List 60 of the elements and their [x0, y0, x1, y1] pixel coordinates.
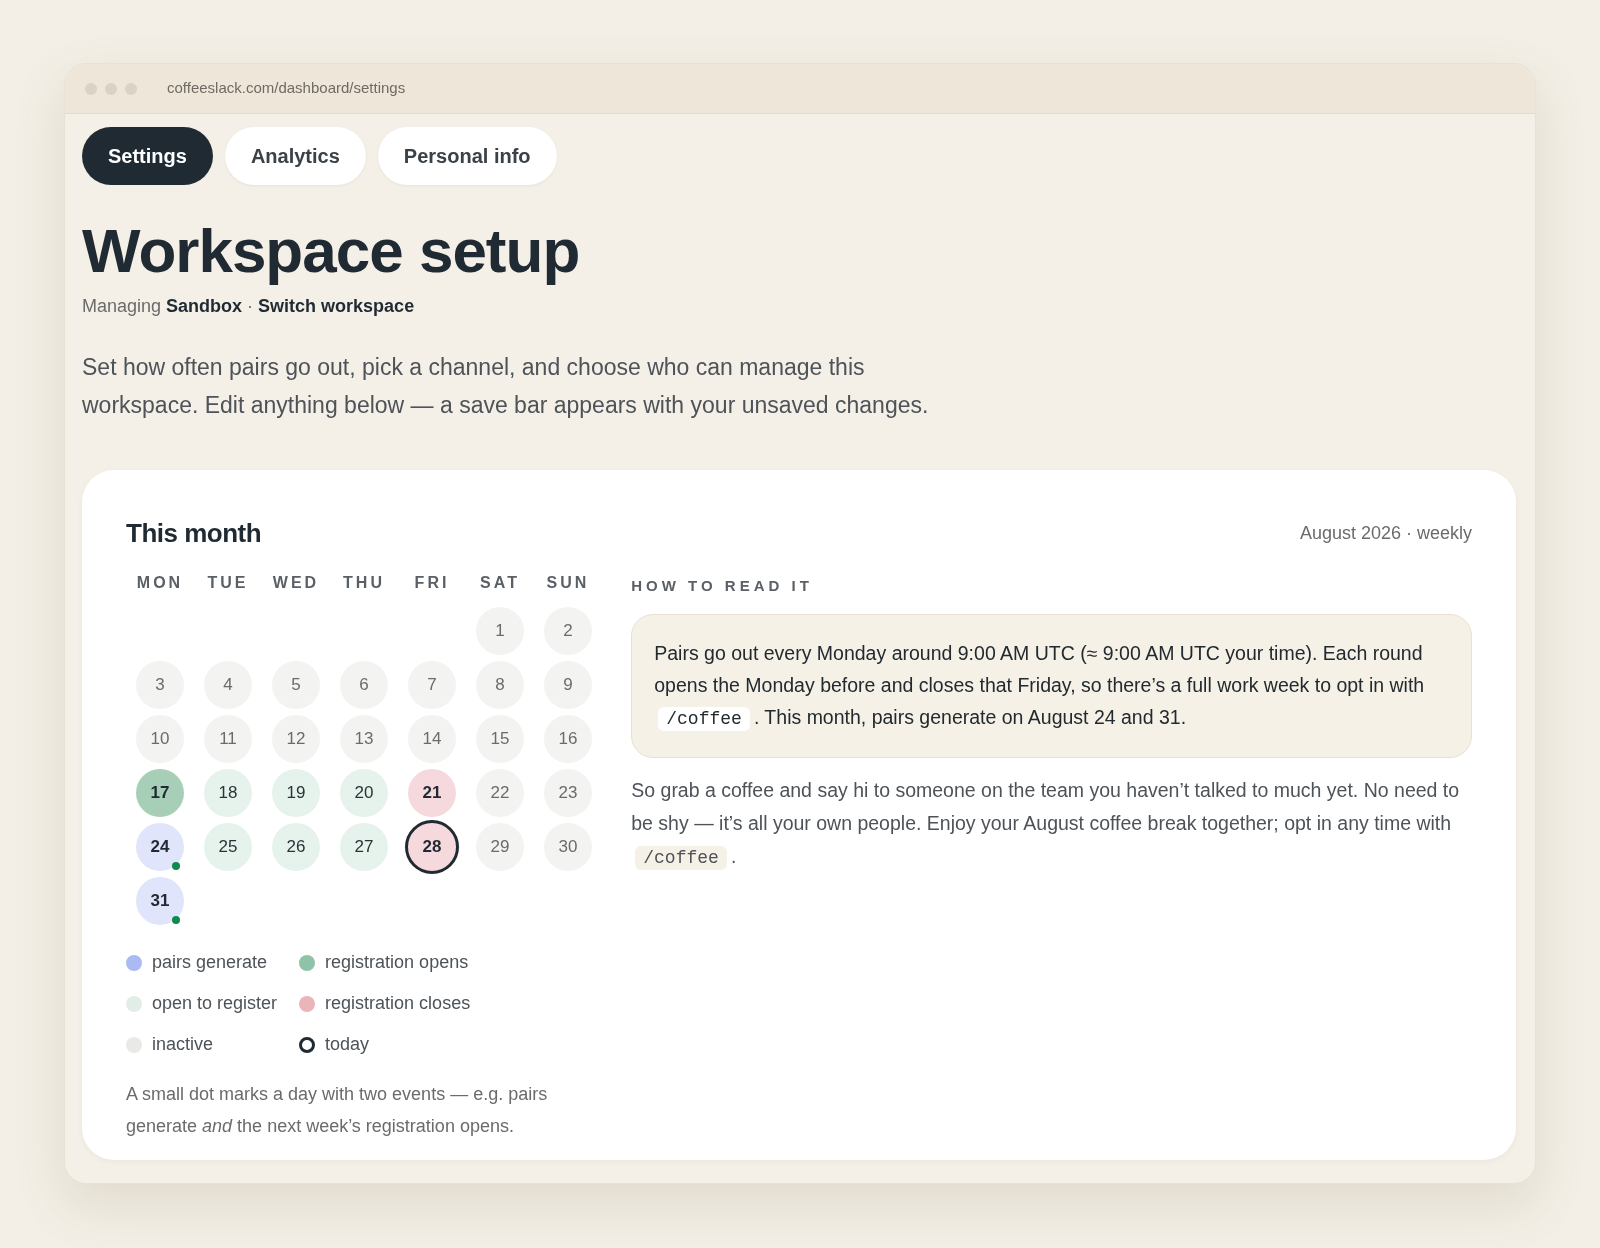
day-cell[interactable]: 27	[340, 823, 388, 871]
nav-tab[interactable]: Analytics	[224, 127, 366, 185]
day-cell[interactable]: 7	[408, 661, 456, 709]
day-cell[interactable]: 14	[408, 715, 456, 763]
weekday-label: WED	[272, 573, 320, 593]
legend-label: today	[325, 1033, 370, 1056]
weekday-label: THU	[343, 573, 385, 593]
weekday-label: MON	[136, 573, 184, 593]
day-cell[interactable]: 5	[272, 661, 320, 709]
day-cell[interactable]: 9	[544, 661, 592, 709]
day-cell[interactable]: 8	[476, 661, 524, 709]
weekday-label: SAT	[480, 573, 520, 593]
intro-text: Set how often pairs go out, pick a channel, and choose who can manage this workspace. Edit anything below — a save bar appears with your unsaved changes.	[82, 353, 930, 420]
info-box: Pairs go out every Monday around 9:00 AM UTC (≈ 9:00 AM UTC your time). Each round opens the Monday before and closes that Friday, so there’s a full work week to opt in with /coffee . This month, pairs generate on August 24 and 31.	[631, 613, 1472, 758]
nav-tab[interactable]: Settings	[82, 127, 213, 185]
day-cell[interactable]: 20	[340, 769, 388, 817]
day-cell[interactable]: 6	[340, 661, 388, 709]
legend-label: registration closes	[325, 992, 471, 1015]
switch-workspace-link[interactable]: Switch workspace	[258, 296, 415, 316]
day-cell[interactable]: 28	[405, 820, 459, 874]
day-cell[interactable]: 31	[136, 877, 184, 925]
legend-label: pairs generate	[152, 951, 268, 974]
day-cell[interactable]: 10	[136, 715, 184, 763]
code-snippet: /coffee	[635, 845, 727, 870]
day-cell[interactable]: 16	[544, 715, 592, 763]
day-cell[interactable]: 30	[544, 823, 592, 871]
legend-label: registration opens	[325, 951, 469, 974]
workspace-line: Managing Sandbox · Switch workspace	[82, 295, 416, 318]
day-cell[interactable]: 2	[544, 607, 592, 655]
day-cell[interactable]: 21	[408, 769, 456, 817]
code-snippet: /coffee	[658, 706, 750, 731]
day-cell[interactable]: 12	[272, 715, 320, 763]
section-label: HOW TO READ IT	[631, 576, 814, 596]
month-label: August 2026 · weekly	[1299, 522, 1472, 545]
weekday-label: SUN	[546, 573, 590, 593]
day-cell[interactable]: 26	[272, 823, 320, 871]
day-cell[interactable]: 15	[476, 715, 524, 763]
day-cell[interactable]: 29	[476, 823, 524, 871]
day-cell[interactable]: 23	[544, 769, 592, 817]
footnote-text: A small dot marks a day with two events — e.g. pairs generate and the next week’s registration opens.	[126, 1083, 549, 1138]
weekday-label: TUE	[207, 573, 249, 593]
day-cell[interactable]: 22	[476, 769, 524, 817]
day-cell[interactable]: 1	[476, 607, 524, 655]
day-cell[interactable]: 13	[340, 715, 388, 763]
url-text: coffeeslack.com/dashboard/settings	[167, 78, 406, 99]
day-cell[interactable]: 19	[272, 769, 320, 817]
weekday-label: FRI	[414, 573, 450, 593]
day-cell[interactable]: 4	[204, 661, 252, 709]
day-cell[interactable]: 18	[204, 769, 252, 817]
legend-label: open to register	[152, 992, 278, 1015]
nav-tab[interactable]: Personal info	[377, 127, 557, 185]
page-title: Workspace setup	[82, 215, 581, 287]
day-cell[interactable]: 17	[136, 769, 184, 817]
day-cell[interactable]: 3	[136, 661, 184, 709]
day-cell[interactable]: 24	[136, 823, 184, 871]
card-title: This month	[126, 517, 262, 550]
day-cell[interactable]: 25	[204, 823, 252, 871]
legend-label: inactive	[152, 1033, 214, 1056]
day-cell[interactable]: 11	[204, 715, 252, 763]
help-text: So grab a coffee and say hi to someone on the team you haven’t talked to much yet. No need to be shy — it’s all your own people. Enjoy your August coffee break together; opt in any time with /coffee .	[631, 777, 1461, 872]
